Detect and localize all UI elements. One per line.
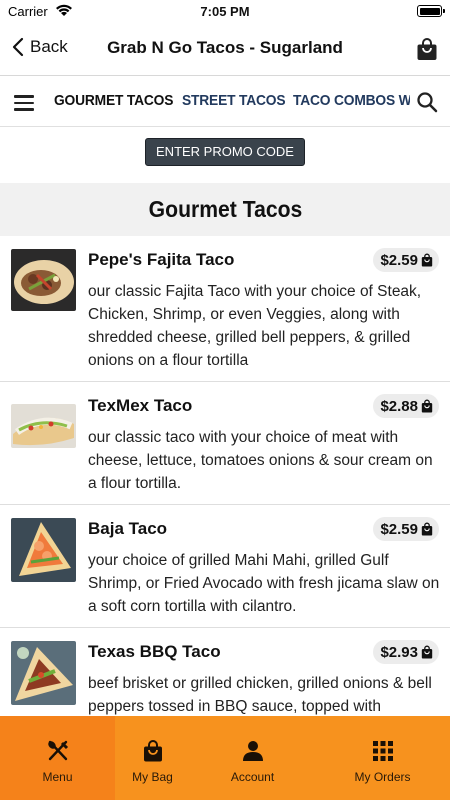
grid-icon (372, 741, 393, 761)
fajita-taco-photo (11, 249, 76, 311)
category-tab-taco-combos[interactable]: TACO COMBOS W (293, 92, 410, 109)
promo-code-button[interactable]: ENTER PROMO CODE (145, 138, 305, 166)
bag-icon (143, 740, 162, 762)
bottom-tab-bar: Menu My Bag Account My Orders (0, 716, 450, 800)
item-price: $2.59 (380, 251, 418, 269)
tab-label: My Bag (132, 770, 173, 784)
tab-label: My Orders (354, 770, 411, 784)
section-header: Gourmet Tacos (0, 183, 450, 236)
utensils-icon (47, 740, 68, 761)
category-tab-street-tacos[interactable]: STREET TACOS (182, 92, 286, 109)
promo-section: ENTER PROMO CODE (0, 127, 450, 183)
hamburger-menu-icon[interactable] (14, 95, 34, 111)
menu-item[interactable]: TexMex Taco $2.88 our classic taco with … (0, 382, 450, 505)
bag-icon (421, 645, 433, 659)
navigation-bar: Back Grab N Go Tacos - Sugarland (0, 24, 450, 76)
item-description: our classic taco with your choice of mea… (88, 429, 433, 492)
price-add-button[interactable]: $2.59 (373, 517, 439, 541)
search-icon[interactable] (416, 91, 438, 113)
item-description: our classic Fajita Taco with your choice… (88, 283, 422, 369)
tab-menu[interactable]: Menu (0, 716, 115, 800)
item-name: Baja Taco (88, 519, 168, 538)
tab-label: Menu (42, 770, 73, 784)
item-name: Pepe's Fajita Taco (88, 250, 235, 269)
shopping-bag-icon[interactable] (416, 37, 438, 61)
item-description: your choice of grilled Mahi Mahi, grille… (88, 552, 440, 615)
menu-item[interactable]: Texas BBQ Taco $2.93 beef brisket or gri… (0, 628, 450, 716)
item-description: beef brisket or grilled chicken, grilled… (88, 675, 432, 715)
price-add-button[interactable]: $2.93 (373, 640, 439, 664)
page-title: Grab N Go Tacos - Sugarland (107, 38, 343, 57)
section-title: Gourmet Tacos (148, 196, 302, 222)
item-name: Texas BBQ Taco (88, 642, 221, 661)
person-icon (242, 741, 263, 761)
bag-icon (421, 253, 433, 267)
category-tab-gourmet-tacos[interactable]: GOURMET TACOS (54, 92, 173, 109)
status-time: 7:05 PM (200, 4, 250, 19)
category-tabs: GOURMET TACOS STREET TACOS TACO COMBOS W (54, 92, 410, 110)
tab-my-bag[interactable]: My Bag (115, 716, 190, 800)
tab-label: Account (230, 770, 275, 784)
bag-icon (421, 399, 433, 413)
battery-icon (417, 5, 445, 17)
tab-my-orders[interactable]: My Orders (315, 716, 450, 800)
item-price: $2.93 (380, 643, 418, 661)
price-add-button[interactable]: $2.59 (373, 248, 439, 272)
bbq-taco-photo (11, 641, 76, 705)
status-bar: Carrier 7:05 PM (0, 0, 450, 24)
menu-item[interactable]: Pepe's Fajita Taco $2.59 our classic Faj… (0, 236, 450, 382)
menu-item[interactable]: Baja Taco $2.59 your choice of grilled M… (0, 505, 450, 628)
item-price: $2.59 (380, 520, 418, 538)
bag-icon (421, 522, 433, 536)
item-price: $2.88 (380, 397, 418, 415)
baja-taco-photo (11, 518, 76, 582)
tab-account[interactable]: Account (190, 716, 315, 800)
texmex-taco-photo (11, 404, 76, 448)
category-bar: GOURMET TACOS STREET TACOS TACO COMBOS W (0, 77, 450, 127)
item-name: TexMex Taco (88, 396, 193, 415)
menu-item-list: Pepe's Fajita Taco $2.59 our classic Faj… (0, 236, 450, 716)
price-add-button[interactable]: $2.88 (373, 394, 439, 418)
